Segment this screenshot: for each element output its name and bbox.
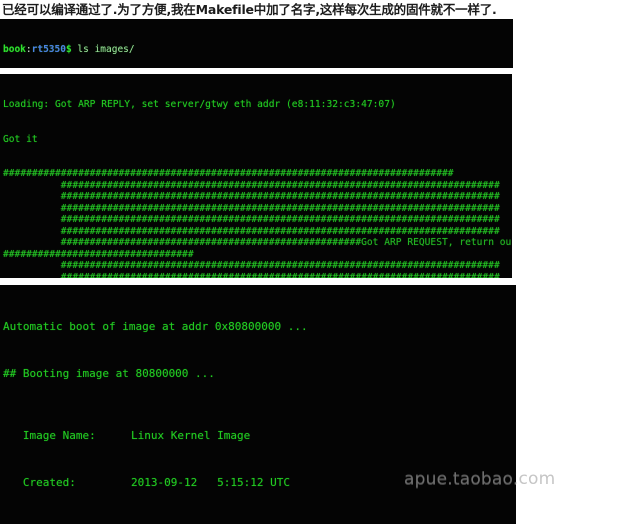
boot-automatic-line: Automatic boot of image at addr 0x808000… (3, 320, 308, 334)
hash-marks: ########################################… (3, 168, 454, 179)
hash-marks: ########################################… (60, 179, 500, 191)
prompt-host: rt5350 (31, 43, 66, 55)
hash-line-indent (3, 272, 61, 279)
hash-line-indent (3, 226, 61, 237)
tftp-hash-line: ########################################… (3, 237, 512, 249)
terminal-ls-output[interactable]: book:rt5350$ ls images/ book_uImageflash… (0, 19, 513, 68)
hash-marks: ########################################… (60, 271, 500, 279)
hash-marks: ########################################… (60, 214, 500, 225)
tftp-arp-request-message: Got ARP REQUEST, return our IP (361, 237, 512, 248)
tftp-hash-line: ########################################… (3, 191, 509, 203)
tftp-progress-hash-block: ########################################… (3, 168, 512, 279)
field-key: Image Name: (3, 429, 96, 443)
hash-line-indent (3, 237, 61, 248)
shell-command: ls images/ (71, 43, 135, 55)
terminal-tftp-transfer[interactable]: Loading: Got ARP REPLY, set server/gtwy … (0, 74, 512, 278)
hash-marks: ########################################… (60, 260, 500, 271)
hash-line-indent (3, 260, 61, 271)
tftp-loading-line: Loading: Got ARP REPLY, set server/gtwy … (3, 99, 396, 110)
page-caption: 已经可以编译通过了.为了方便,我在Makefile中加了名字,这样每次生成的固件… (2, 2, 497, 17)
field-key: Created: (3, 476, 76, 490)
screenshot-root: 已经可以编译通过了.为了方便,我在Makefile中加了名字,这样每次生成的固件… (0, 0, 640, 524)
hash-line-indent (3, 214, 61, 225)
hash-line-indent (3, 191, 61, 202)
boot-booting-image-line: ## Booting image at 80800000 ... (3, 366, 215, 380)
tftp-hash-line: ########################################… (3, 272, 509, 279)
boot-field-created: Created: 2013-09-12 5:15:12 UTC (3, 475, 513, 491)
tftp-hash-line: ########################################… (3, 260, 509, 272)
field-value: Linux Kernel Image (131, 429, 251, 443)
hash-marks: ########################################… (60, 202, 500, 214)
hash-marks: ########################################… (60, 237, 362, 248)
shell-prompt-line: book:rt5350$ ls images/ (3, 44, 510, 55)
tftp-hash-line: ########################################… (3, 226, 509, 238)
prompt-user: book (3, 43, 26, 55)
tftp-got-it-line: Got it (3, 133, 38, 145)
hash-line-indent (3, 180, 61, 191)
tftp-hash-line: ########################################… (3, 180, 509, 192)
tftp-hash-line: ########################################… (3, 214, 509, 226)
tftp-hash-line: ########################################… (3, 203, 509, 215)
tftp-hash-line: ########################################… (3, 168, 509, 180)
terminal-boot-log[interactable]: Automatic boot of image at addr 0x808000… (0, 285, 516, 524)
field-value: 2013-09-12 5:15:12 UTC (131, 476, 290, 490)
tftp-hash-line: ################################# (3, 249, 509, 261)
hash-line-indent (3, 203, 61, 214)
boot-field-image-name: Image Name: Linux Kernel Image (3, 428, 513, 444)
hash-marks: ########################################… (60, 191, 500, 202)
hash-marks: ################################# (3, 248, 194, 260)
hash-marks: ########################################… (60, 225, 500, 237)
